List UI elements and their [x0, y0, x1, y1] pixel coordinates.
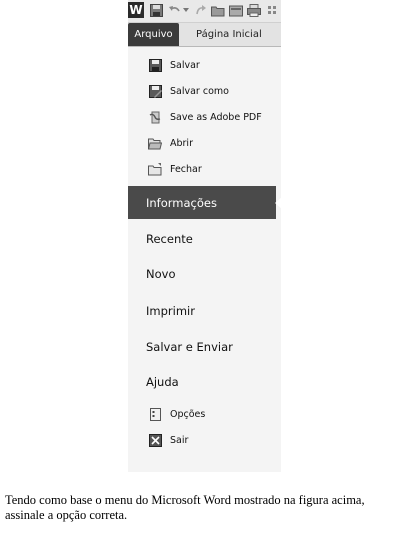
open-folder-icon	[148, 136, 162, 150]
menu-salvar-e-enviar-label: Salvar e Enviar	[146, 340, 233, 354]
save-icon	[148, 58, 162, 72]
menu-opcoes[interactable]: Opções	[148, 405, 205, 423]
selected-pointer-icon	[275, 197, 281, 209]
customize-toolbar-icon[interactable]	[264, 2, 280, 18]
menu-ajuda[interactable]: Ajuda	[146, 372, 179, 392]
close-folder-icon	[148, 162, 162, 176]
menu-informacoes-label: Informações	[146, 195, 217, 210]
tab-arquivo[interactable]: Arquivo	[128, 23, 179, 46]
menu-sair-label: Sair	[170, 434, 189, 446]
new-doc-icon[interactable]	[228, 2, 244, 18]
menu-salvar-e-enviar[interactable]: Salvar e Enviar	[146, 337, 233, 357]
backstage-menu: Salvar Salvar como Save as Adobe PDF Abr…	[128, 47, 281, 472]
print-icon[interactable]	[246, 2, 262, 18]
tab-pagina-inicial[interactable]: Página Inicial	[196, 23, 262, 46]
menu-recente-label: Recente	[146, 232, 193, 246]
question-text: Tendo como base o menu do Microsoft Word…	[5, 493, 365, 522]
menu-imprimir-label: Imprimir	[146, 304, 195, 318]
menu-informacoes[interactable]: Informações	[128, 186, 276, 219]
open-folder-icon[interactable]	[210, 2, 226, 18]
exit-icon	[148, 433, 162, 447]
ribbon-tabs: Arquivo Página Inicial	[128, 23, 281, 47]
menu-novo-label: Novo	[146, 267, 176, 281]
menu-abrir-label: Abrir	[170, 137, 193, 149]
menu-save-as-adobe-pdf[interactable]: Save as Adobe PDF	[148, 108, 262, 126]
undo-dropdown-icon[interactable]	[182, 2, 190, 18]
menu-save-as-adobe-pdf-label: Save as Adobe PDF	[170, 111, 262, 123]
menu-salvar-como-label: Salvar como	[170, 85, 229, 97]
menu-salvar-como[interactable]: Salvar como	[148, 82, 229, 100]
quick-access-toolbar: W	[128, 0, 281, 23]
save-as-icon	[148, 84, 162, 98]
menu-opcoes-label: Opções	[170, 408, 206, 420]
menu-abrir[interactable]: Abrir	[148, 134, 193, 152]
word-logo-icon[interactable]: W	[128, 2, 144, 18]
options-icon	[148, 407, 162, 421]
menu-fechar[interactable]: Fechar	[148, 160, 202, 178]
menu-fechar-label: Fechar	[170, 163, 202, 175]
save-icon[interactable]	[148, 2, 164, 18]
menu-imprimir[interactable]: Imprimir	[146, 301, 195, 321]
menu-salvar-label: Salvar	[170, 59, 200, 71]
redo-icon[interactable]	[192, 2, 208, 18]
menu-sair[interactable]: Sair	[148, 431, 188, 449]
word-file-menu-screenshot: W Arquivo Página Inicial Salvar Salvar c…	[128, 0, 281, 472]
menu-ajuda-label: Ajuda	[146, 375, 179, 389]
undo-icon[interactable]	[166, 2, 182, 18]
menu-recente[interactable]: Recente	[146, 229, 193, 249]
pdf-icon	[148, 110, 162, 124]
menu-salvar[interactable]: Salvar	[148, 56, 200, 74]
menu-novo[interactable]: Novo	[146, 264, 175, 284]
